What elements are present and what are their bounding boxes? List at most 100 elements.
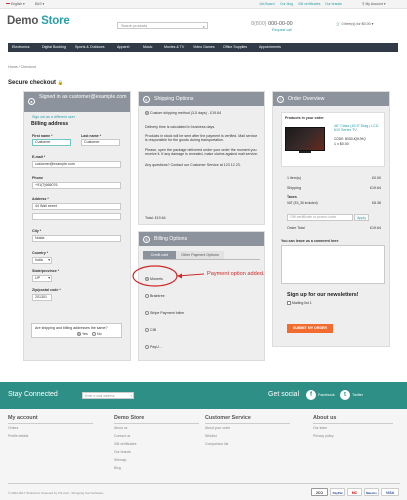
footer-link-comparison[interactable]: Comparison list [205,442,228,446]
twitter-icon[interactable]: t [340,390,350,400]
shipping-note-4: Any questions? Contact our Customer Serv… [145,163,241,167]
address-label: Address * [32,197,49,201]
footer-link-our-brands[interactable]: Our brands [114,450,131,454]
country-label: Country * [32,251,49,255]
comment-textarea[interactable] [281,245,385,284]
our-blog-link[interactable]: Our blog [280,2,293,6]
shipping-cost-value: £19.64 [370,186,381,190]
payment-radio-stripe[interactable] [145,311,149,316]
tab-other-payment[interactable]: Other Payment Options [176,251,224,259]
annotation-label: Payment option added. [207,271,265,277]
newsletter-email-input[interactable]: Enter e-mail address › [82,392,134,399]
same-address-no[interactable]: No [92,332,102,337]
nav-movies-tv[interactable]: Movies & TV [164,45,184,49]
email-field[interactable]: customer@example.com [32,161,121,168]
footer-link-blog[interactable]: Blog [114,466,121,470]
shipping-note-1: Delivery time is calculated in business … [145,125,216,129]
radio-yes[interactable] [77,332,81,337]
facebook-icon[interactable]: f [306,390,316,400]
currency-selector[interactable]: $US ▾ [35,2,44,6]
city-field[interactable]: Noida [32,235,121,242]
card-icon: $ [143,235,150,243]
radio-no[interactable] [92,332,96,337]
main-nav: Electronics Digital Booking Sports & Out… [8,43,398,52]
footer-link-about-us[interactable]: About us [114,426,127,430]
phone-field[interactable]: +91(7)666076 [32,182,121,189]
gift-code-input[interactable]: Gift certificate or promo code [287,214,353,221]
nav-video-games[interactable]: Video Games [193,45,215,49]
nav-office-supplies[interactable]: Office Supplies [223,45,247,49]
twitter-link[interactable]: Twitter [352,393,363,397]
visa-icon: VISA [381,488,399,496]
cart-widget[interactable]: 🛒 0 item(s) for $0.00 ▾ [336,22,373,26]
our-brands-link[interactable]: Our brands [325,2,342,6]
address-line2-field[interactable] [32,213,121,220]
my-account-menu[interactable]: ⚲ My Account ▾ [362,2,386,6]
nav-appointments[interactable]: Appointments [259,45,281,49]
nav-apparel[interactable]: Apparel [117,45,129,49]
footer-link-about-order[interactable]: About your order [205,426,230,430]
country-select[interactable]: India ▾ [32,257,52,264]
apply-button[interactable]: Apply [354,214,369,221]
nav-sports-outdoors[interactable]: Sports & Outdoors [75,45,105,49]
language-selector[interactable]: English ▾ [6,2,25,6]
product-code: CODE: B00DJQHJHQ [334,137,366,141]
shipping-total: Total: £19.64 [145,216,166,220]
mastercard-icon: MC [347,488,362,496]
address-field[interactable]: 44 Wall street [32,203,121,210]
last-name-field[interactable]: Customer [81,139,120,146]
product-image[interactable] [285,127,331,157]
request-call-link[interactable]: Request call [272,28,292,32]
phone-main: 000-00-00 [268,21,293,27]
footer-link-orders[interactable]: Orders [8,426,18,430]
zip-field[interactable]: 201301 [32,294,52,301]
payment-option-stripe[interactable]: Stripe Payment Inline [145,311,185,316]
footer-link-wishlist[interactable]: Wishlist [205,434,217,438]
phone-label: Phone [32,176,43,180]
state-select[interactable]: UP ▾ [32,275,52,282]
nav-music[interactable]: Music [143,45,152,49]
footer-link-sitemap[interactable]: Sitemap [114,458,126,462]
footer-link-profile[interactable]: Profile details [8,434,28,438]
nav-digital-booking[interactable]: Digital Booking [42,45,66,49]
annotation-ellipse [132,265,178,287]
payment-radio-cib[interactable] [145,328,149,333]
taxes-label: Taxes [287,195,297,199]
shipping-note-2: Products in stock will be sent after the… [145,134,258,143]
logo-part1: Demo [7,15,39,27]
mailing-list-option[interactable]: Mailing list 1 [287,301,312,306]
payment-option-payu[interactable]: PayU... [145,345,162,350]
footer-link-gift-certificates[interactable]: Gift certificates [114,442,136,446]
payment-label-stripe: Stripe Payment Inline [150,311,185,315]
footer-bar: Stay Connected Enter e-mail address › Ge… [0,382,407,409]
sign-out-link[interactable]: Sign out as a different user [32,115,75,119]
state-value: UP [35,276,40,280]
store-logo[interactable]: Demo Store [7,15,70,27]
product-name-link[interactable]: 46" Class (45.9" Diag.) LCD 610 Series T… [334,124,384,133]
footer-link-our-team[interactable]: Our team [313,426,327,430]
footer-link-contact-us[interactable]: Contact us [114,434,130,438]
payment-option-cib[interactable]: CIB [145,328,156,333]
maestro-icon: Maestro [364,488,379,496]
send-icon[interactable]: › [131,393,132,398]
chevron-down-icon: ▾ [48,276,50,280]
tab-credit-card[interactable]: Credit card [143,251,176,259]
list-icon: ≡ [277,95,284,103]
same-address-yes[interactable]: Yes [77,332,88,337]
first-name-field[interactable]: Customer [32,139,71,146]
nav-electronics[interactable]: Electronics [12,45,30,49]
shipping-method-radio[interactable] [145,111,149,116]
submit-order-button[interactable]: SUBMIT MY ORDER [287,324,333,333]
gift-certificates-link[interactable]: Gift certificates [298,2,320,6]
footer-link-privacy[interactable]: Privacy policy [313,434,334,438]
logo-part2: Store [41,15,70,27]
breadcrumb[interactable]: Home / Checkout [8,65,36,69]
page-title: Secure checkout 🔒 [8,80,63,86]
payment-radio-payu[interactable] [145,345,149,350]
mailing-list-checkbox[interactable] [287,301,291,306]
shipping-method-option[interactable]: Custom shipping method (3-5 days) - £19.… [145,111,221,116]
job-board-link[interactable]: Job Board [259,2,274,6]
facebook-link[interactable]: Facebook [318,393,335,397]
search-input[interactable]: Search products ⌕ [117,22,208,29]
search-icon[interactable]: ⌕ [203,24,205,29]
